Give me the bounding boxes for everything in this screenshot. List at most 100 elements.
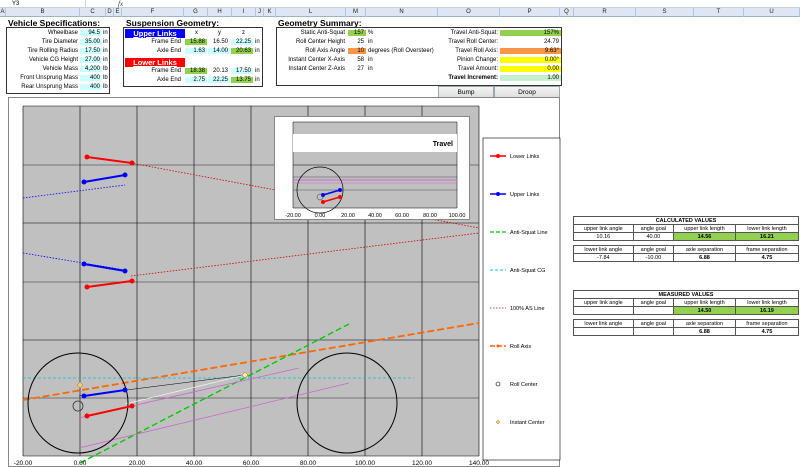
- spec-unit: in: [103, 30, 108, 36]
- spec-value[interactable]: 400: [80, 75, 102, 81]
- summary-label: Roll Center Height: [295, 39, 345, 45]
- x-tick: 20.00: [129, 460, 146, 467]
- legend-anti-squat-cg: Anti-Squat CG: [510, 268, 545, 274]
- column-header[interactable]: K: [264, 8, 276, 17]
- spec-value[interactable]: 4,200: [80, 66, 102, 72]
- legend-roll-axis: Roll Axis: [510, 344, 531, 350]
- summary-unit: in: [368, 39, 373, 45]
- column-header[interactable]: C: [80, 8, 106, 17]
- header-cell: lower link length: [734, 298, 800, 307]
- header-cell: upper link angle: [573, 224, 634, 233]
- upper-links-title: Upper Links: [125, 29, 185, 38]
- spec-value[interactable]: 17.50: [80, 48, 102, 54]
- value-cell[interactable]: 14.56: [673, 232, 736, 241]
- column-header[interactable]: S: [636, 8, 694, 17]
- travel-label: Travel Roll Axis:: [455, 48, 498, 54]
- spec-unit: in: [103, 48, 108, 54]
- column-header-row: A B C D E F G H I J K L M N O P Q R S T …: [0, 8, 800, 17]
- travel-label: Pinion Change:: [456, 57, 498, 63]
- column-header[interactable]: B: [6, 8, 80, 17]
- upper-axle-y[interactable]: 14.00: [208, 48, 230, 54]
- column-header[interactable]: Q: [560, 8, 574, 17]
- upper-axle-z[interactable]: 20.63: [231, 48, 253, 54]
- summary-unit: in: [368, 66, 373, 72]
- value-cell[interactable]: [573, 306, 634, 315]
- upper-frame-y[interactable]: 16.50: [208, 39, 230, 45]
- unit: in: [255, 39, 260, 45]
- legend-lower-links: Lower Links: [510, 154, 540, 160]
- link-point: [129, 278, 135, 284]
- value-cell[interactable]: [632, 327, 675, 336]
- column-header[interactable]: R: [574, 8, 636, 17]
- lower-frame-y[interactable]: 20.13: [208, 68, 230, 74]
- spec-unit: in: [103, 39, 108, 45]
- column-header[interactable]: D: [106, 8, 114, 17]
- worksheet: Vehicle Specifications: Wheelbase 94.5 i…: [0, 17, 800, 467]
- lower-frame-x[interactable]: 18.38: [185, 68, 207, 74]
- value-cell[interactable]: 10.16: [573, 232, 634, 241]
- value-cell[interactable]: [573, 327, 634, 336]
- value-cell[interactable]: 6.88: [673, 327, 736, 336]
- summary-label: Instant Center Z-Axis: [288, 66, 345, 72]
- travel-x-tick: 40.00: [368, 213, 382, 219]
- fx-icon[interactable]: fx: [118, 0, 130, 8]
- summary-unit: %: [368, 30, 374, 36]
- value-cell[interactable]: 40.00: [632, 232, 675, 241]
- upper-axle-x[interactable]: 1.63: [185, 48, 207, 54]
- column-header[interactable]: T: [694, 8, 744, 17]
- column-header[interactable]: U: [744, 8, 800, 17]
- link-point: [122, 172, 128, 178]
- value-cell[interactable]: 16.21: [734, 232, 800, 241]
- column-header[interactable]: J: [256, 8, 264, 17]
- travel-chart-title: Travel: [433, 141, 453, 148]
- spec-value[interactable]: 94.5: [80, 30, 102, 36]
- measured-values-table: MEASURED VALUES upper link angle angle g…: [573, 290, 800, 336]
- column-header[interactable]: H: [208, 8, 232, 17]
- column-header[interactable]: M: [346, 8, 366, 17]
- lower-axle-end-label: Axle End: [156, 77, 181, 83]
- travel-value: 0.00: [500, 66, 561, 72]
- value-cell[interactable]: 16.19: [734, 306, 800, 315]
- value-cell[interactable]: 14.50: [673, 306, 736, 315]
- x-tick: 140.00: [469, 460, 489, 467]
- link-point: [122, 268, 128, 274]
- header-cell: angle goal: [632, 224, 675, 233]
- formula-input[interactable]: [132, 0, 800, 8]
- spec-value[interactable]: 27.00: [80, 57, 102, 63]
- column-header[interactable]: G: [184, 8, 208, 17]
- link-point: [84, 413, 90, 419]
- travel-x-ticks: -20.00 0.00 20.00 40.00 60.00 80.00 100.…: [285, 213, 465, 219]
- header-cell: angle goal: [632, 298, 675, 307]
- legend-instant-center: Instant Center: [510, 420, 545, 426]
- column-header[interactable]: O: [438, 8, 500, 17]
- lower-frame-z[interactable]: 17.50: [231, 68, 253, 74]
- upper-frame-z[interactable]: 22.25: [231, 39, 253, 45]
- spec-value[interactable]: 400: [80, 84, 102, 90]
- header-cell: frame separation: [734, 245, 800, 254]
- header-cell: upper link length: [673, 224, 736, 233]
- column-header[interactable]: F: [122, 8, 184, 17]
- value-cell[interactable]: -7.84: [573, 253, 634, 262]
- lower-axle-x[interactable]: 2.75: [185, 77, 207, 83]
- column-header[interactable]: I: [232, 8, 256, 17]
- travel-label: Travel Anti-Squat:: [450, 30, 498, 36]
- column-header[interactable]: N: [366, 8, 438, 17]
- value-cell[interactable]: 4.75: [734, 327, 800, 336]
- value-cell[interactable]: 4.75: [734, 253, 800, 262]
- value-cell[interactable]: [632, 306, 675, 315]
- travel-x-tick: 80.00: [423, 213, 437, 219]
- column-header[interactable]: P: [500, 8, 560, 17]
- lower-axle-y[interactable]: 22.25: [208, 77, 230, 83]
- value-cell[interactable]: 6.88: [673, 253, 736, 262]
- axis-header-x: x: [195, 30, 198, 36]
- column-header[interactable]: E: [114, 8, 122, 17]
- travel-value[interactable]: 1.00: [500, 75, 561, 81]
- upper-frame-x[interactable]: 15.88: [185, 39, 207, 45]
- travel-chart[interactable]: Travel -20.00 0.00 20.00 40.00 60.00 80.…: [274, 116, 470, 220]
- spec-value[interactable]: 35.00: [80, 39, 102, 45]
- name-box[interactable]: Y3: [0, 0, 86, 8]
- x-tick: 80.00: [300, 460, 317, 467]
- column-header[interactable]: L: [276, 8, 346, 17]
- lower-axle-z[interactable]: 13.75: [231, 77, 253, 83]
- value-cell[interactable]: -10.00: [632, 253, 675, 262]
